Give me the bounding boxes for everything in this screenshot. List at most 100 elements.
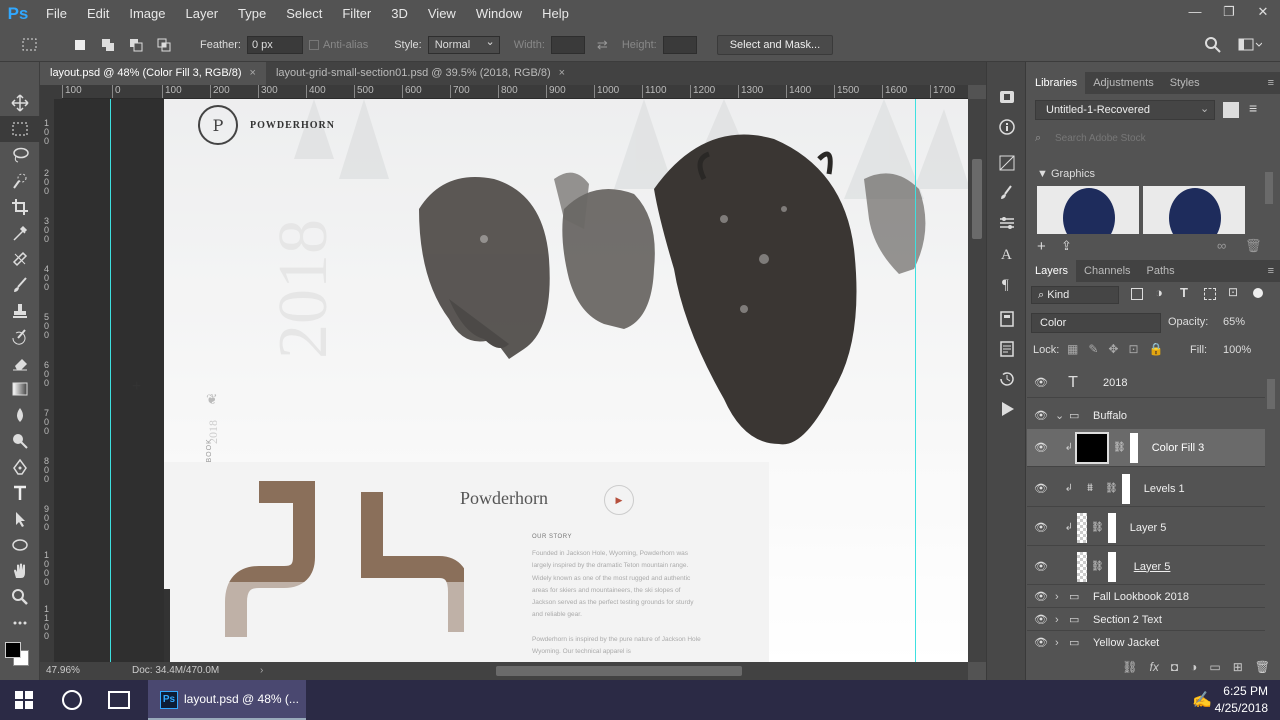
gradient-tool-icon[interactable] [0, 376, 40, 402]
link-icon[interactable]: ⛓ [1091, 522, 1104, 533]
grid-view-icon[interactable] [1223, 102, 1239, 118]
new-adjustment-icon[interactable]: ◑ [1190, 660, 1197, 674]
swap-icon[interactable]: ⇄ [597, 37, 608, 53]
layer-row[interactable]: 👁 › ▭ Yellow Jacket [1027, 632, 1265, 648]
healing-brush-tool-icon[interactable] [0, 246, 40, 272]
menu-select[interactable]: Select [276, 0, 332, 28]
graphic-thumbnail[interactable] [1037, 186, 1139, 234]
workspace-icon[interactable] [1238, 36, 1263, 57]
foreground-color-swatch[interactable] [5, 642, 21, 658]
layer-row[interactable]: 👁 ⌄ ▭ Buffalo [1027, 401, 1265, 431]
eyedropper-tool-icon[interactable] [0, 220, 40, 246]
menu-edit[interactable]: Edit [77, 0, 119, 28]
library-scroll-thumb[interactable] [1265, 172, 1273, 204]
marquee-tool-icon[interactable] [0, 116, 40, 142]
info-icon[interactable] [987, 112, 1027, 142]
properties-icon[interactable] [987, 208, 1027, 238]
width-input[interactable] [550, 35, 585, 54]
close-button[interactable]: ✕ [1246, 0, 1280, 28]
subtract-selection-icon[interactable] [124, 34, 148, 56]
list-view-icon[interactable]: ≡ [1249, 100, 1257, 116]
upload-icon[interactable]: ⇪ [1061, 238, 1072, 254]
visibility-eye-icon[interactable]: 👁 [1027, 441, 1055, 454]
taskbar-photoshop-button[interactable]: Ps layout.psd @ 48% (... [148, 680, 306, 720]
lock-icons[interactable]: ▦✎✥⊡🔒 [1067, 342, 1173, 356]
filter-type-icon[interactable]: T [1180, 285, 1188, 300]
layer-row[interactable]: 👁 T 2018 [1027, 368, 1265, 398]
clone-stamp-tool-icon[interactable] [0, 298, 40, 324]
filter-kind-select[interactable]: ⌕ Kind [1031, 286, 1119, 304]
notes-icon[interactable] [987, 334, 1027, 364]
pen-workspace-icon[interactable]: ✍ [1192, 690, 1212, 710]
new-selection-icon[interactable] [68, 34, 92, 56]
crop-tool-icon[interactable] [0, 194, 40, 220]
taskbar-date[interactable]: 4/25/2018 [1212, 701, 1268, 715]
menu-layer[interactable]: Layer [176, 0, 229, 28]
type-tool-icon[interactable] [0, 480, 40, 506]
play-button[interactable]: ▶ [604, 485, 634, 515]
link-icon[interactable]: ⛓ [1105, 483, 1118, 494]
height-input[interactable] [662, 35, 697, 54]
ruler-corner[interactable] [40, 85, 62, 99]
move-tool-icon[interactable] [0, 90, 40, 116]
vertical-scrollbar[interactable] [968, 99, 986, 662]
visibility-eye-icon[interactable]: 👁 [1027, 590, 1055, 603]
actions-play-icon[interactable] [987, 394, 1027, 424]
quick-selection-tool-icon[interactable] [0, 168, 40, 194]
group-expand-icon[interactable]: › [1055, 591, 1069, 603]
scroll-thumb[interactable] [972, 159, 982, 239]
search-icon[interactable] [1204, 36, 1222, 57]
panel-menu-icon[interactable]: ≡ [1268, 77, 1274, 89]
layer-row[interactable]: 👁 › ▭ Fall Lookbook 2018 [1027, 586, 1265, 608]
scroll-thumb[interactable] [496, 666, 742, 676]
tab-layers[interactable]: Layers [1027, 260, 1077, 282]
add-selection-icon[interactable] [96, 34, 120, 56]
layer-row-selected[interactable]: 👁 ↲ ⛓ Color Fill 3 [1027, 429, 1265, 467]
group-expand-icon[interactable]: › [1055, 637, 1069, 648]
brush-tool-icon[interactable] [0, 272, 40, 298]
menu-image[interactable]: Image [119, 0, 175, 28]
blur-tool-icon[interactable] [0, 402, 40, 428]
filter-smart-object-icon[interactable]: ⊡ [1228, 285, 1238, 299]
restore-button[interactable]: ❐ [1212, 0, 1246, 28]
menu-file[interactable]: File [36, 0, 77, 28]
marquee-preset-icon[interactable] [18, 34, 42, 56]
trash-icon[interactable]: 🗑 [1245, 238, 1262, 254]
fx-icon[interactable]: fx [1150, 660, 1159, 674]
add-mask-icon[interactable]: ◘ [1171, 660, 1178, 674]
taskbar-time[interactable]: 6:25 PM [1222, 684, 1268, 698]
tab-channels[interactable]: Channels [1076, 260, 1138, 282]
history-icon[interactable] [987, 364, 1027, 394]
group-expand-icon[interactable]: › [1055, 614, 1069, 626]
layer-row[interactable]: 👁 ↲ ⩩ ⛓ Levels 1 [1027, 471, 1265, 507]
character-icon[interactable]: A [987, 238, 1027, 268]
opacity-value[interactable]: 65% [1223, 316, 1245, 328]
menu-3d[interactable]: 3D [381, 0, 418, 28]
fill-value[interactable]: 100% [1223, 344, 1251, 356]
filter-shape-icon[interactable] [1204, 288, 1216, 300]
menu-help[interactable]: Help [532, 0, 579, 28]
filter-toggle-icon[interactable] [1253, 288, 1263, 298]
style-select[interactable]: Normal [427, 34, 500, 54]
lasso-tool-icon[interactable] [0, 142, 40, 168]
close-tab-icon[interactable]: × [250, 67, 256, 79]
filter-pixel-icon[interactable] [1131, 288, 1143, 300]
visibility-eye-icon[interactable]: 👁 [1027, 636, 1055, 647]
cc-sync-icon[interactable]: ∞ [1217, 238, 1226, 253]
new-group-icon[interactable]: ▭ [1209, 660, 1220, 674]
guide-line[interactable] [915, 99, 916, 662]
menu-filter[interactable]: Filter [332, 0, 381, 28]
add-icon[interactable]: + [1037, 238, 1046, 255]
horizontal-ruler[interactable]: 100 0 100 200 300 400 500 600 700 800 90… [62, 85, 968, 99]
close-tab-icon[interactable]: × [559, 67, 565, 79]
link-layers-icon[interactable]: ⛓ [1122, 660, 1137, 674]
pen-tool-icon[interactable] [0, 454, 40, 480]
hand-tool-icon[interactable] [0, 558, 40, 584]
tab-layout-grid[interactable]: layout-grid-small-section01.psd @ 39.5% … [266, 62, 575, 85]
menu-window[interactable]: Window [466, 0, 532, 28]
blend-mode-select[interactable]: Color [1031, 313, 1161, 333]
dodge-tool-icon[interactable] [0, 428, 40, 454]
visibility-eye-icon[interactable]: 👁 [1027, 482, 1055, 495]
menu-view[interactable]: View [418, 0, 466, 28]
cortana-icon[interactable] [62, 690, 82, 710]
